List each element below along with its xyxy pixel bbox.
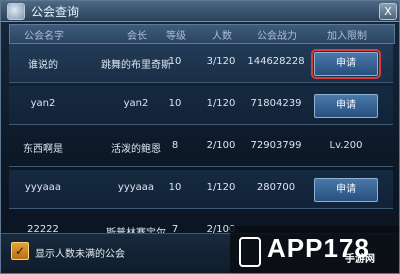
guild-members: 3/120 xyxy=(206,56,236,67)
apply-button[interactable]: 申请 xyxy=(311,49,381,79)
table-header: 公会名字 会长 等级 人数 公会战力 加入限制 xyxy=(9,24,395,44)
column-header-members: 人数 xyxy=(212,31,232,42)
guild-name: yyyaaa xyxy=(24,182,62,193)
table-row[interactable]: yan2 yan2 10 1/120 71804239 申请 xyxy=(9,86,393,125)
window-title: 公会查询 xyxy=(31,5,80,19)
watermark-subtext: 手游网 xyxy=(345,254,375,265)
column-header-power: 公会战力 xyxy=(257,31,297,42)
guild-level: 10 xyxy=(168,98,182,109)
guild-power: 71804239 xyxy=(250,98,302,109)
guild-icon xyxy=(7,3,25,20)
show-not-full-checkbox[interactable]: ✓ xyxy=(11,242,29,260)
column-header-name: 公会名字 xyxy=(24,31,64,42)
guild-level: 10 xyxy=(168,182,182,193)
guild-level: 8 xyxy=(171,140,179,151)
level-requirement: Lv.200 xyxy=(329,140,363,151)
checkbox-label: 显示人数未满的公会 xyxy=(35,249,125,260)
guild-level: 10 xyxy=(168,56,182,67)
guild-query-window: 公会查询 X 公会名字 会长 等级 人数 公会战力 加入限制 谁说的 跳舞的布里… xyxy=(0,0,400,274)
guild-members: 1/120 xyxy=(206,182,236,193)
guild-name: 东西啊是 xyxy=(23,144,63,155)
column-header-level: 等级 xyxy=(166,31,186,42)
guild-name: 谁说的 xyxy=(28,60,58,71)
guild-power: 280700 xyxy=(256,182,296,193)
column-header-limit: 加入限制 xyxy=(327,31,367,42)
apply-button[interactable]: 申请 xyxy=(314,178,378,202)
phone-icon xyxy=(239,237,261,267)
close-icon[interactable]: X xyxy=(379,3,397,20)
guild-power: 72903799 xyxy=(250,140,302,151)
guild-power: 144628228 xyxy=(247,56,305,67)
guild-members: 1/120 xyxy=(206,98,236,109)
apply-button[interactable]: 申请 xyxy=(314,94,378,118)
table-row[interactable]: yyyaaa yyyaaa 10 1/120 280700 申请 xyxy=(9,170,393,209)
guild-name: yan2 xyxy=(30,98,56,109)
title-bar: 公会查询 X xyxy=(1,1,399,22)
guild-members: 2/100 xyxy=(206,140,236,151)
table-row[interactable]: 谁说的 跳舞的布里奇斯 10 3/120 144628228 申请 xyxy=(9,44,393,83)
table-row[interactable]: 东西啊是 活泼的鲍恩 8 2/100 72903799 Lv.200 xyxy=(9,128,393,167)
